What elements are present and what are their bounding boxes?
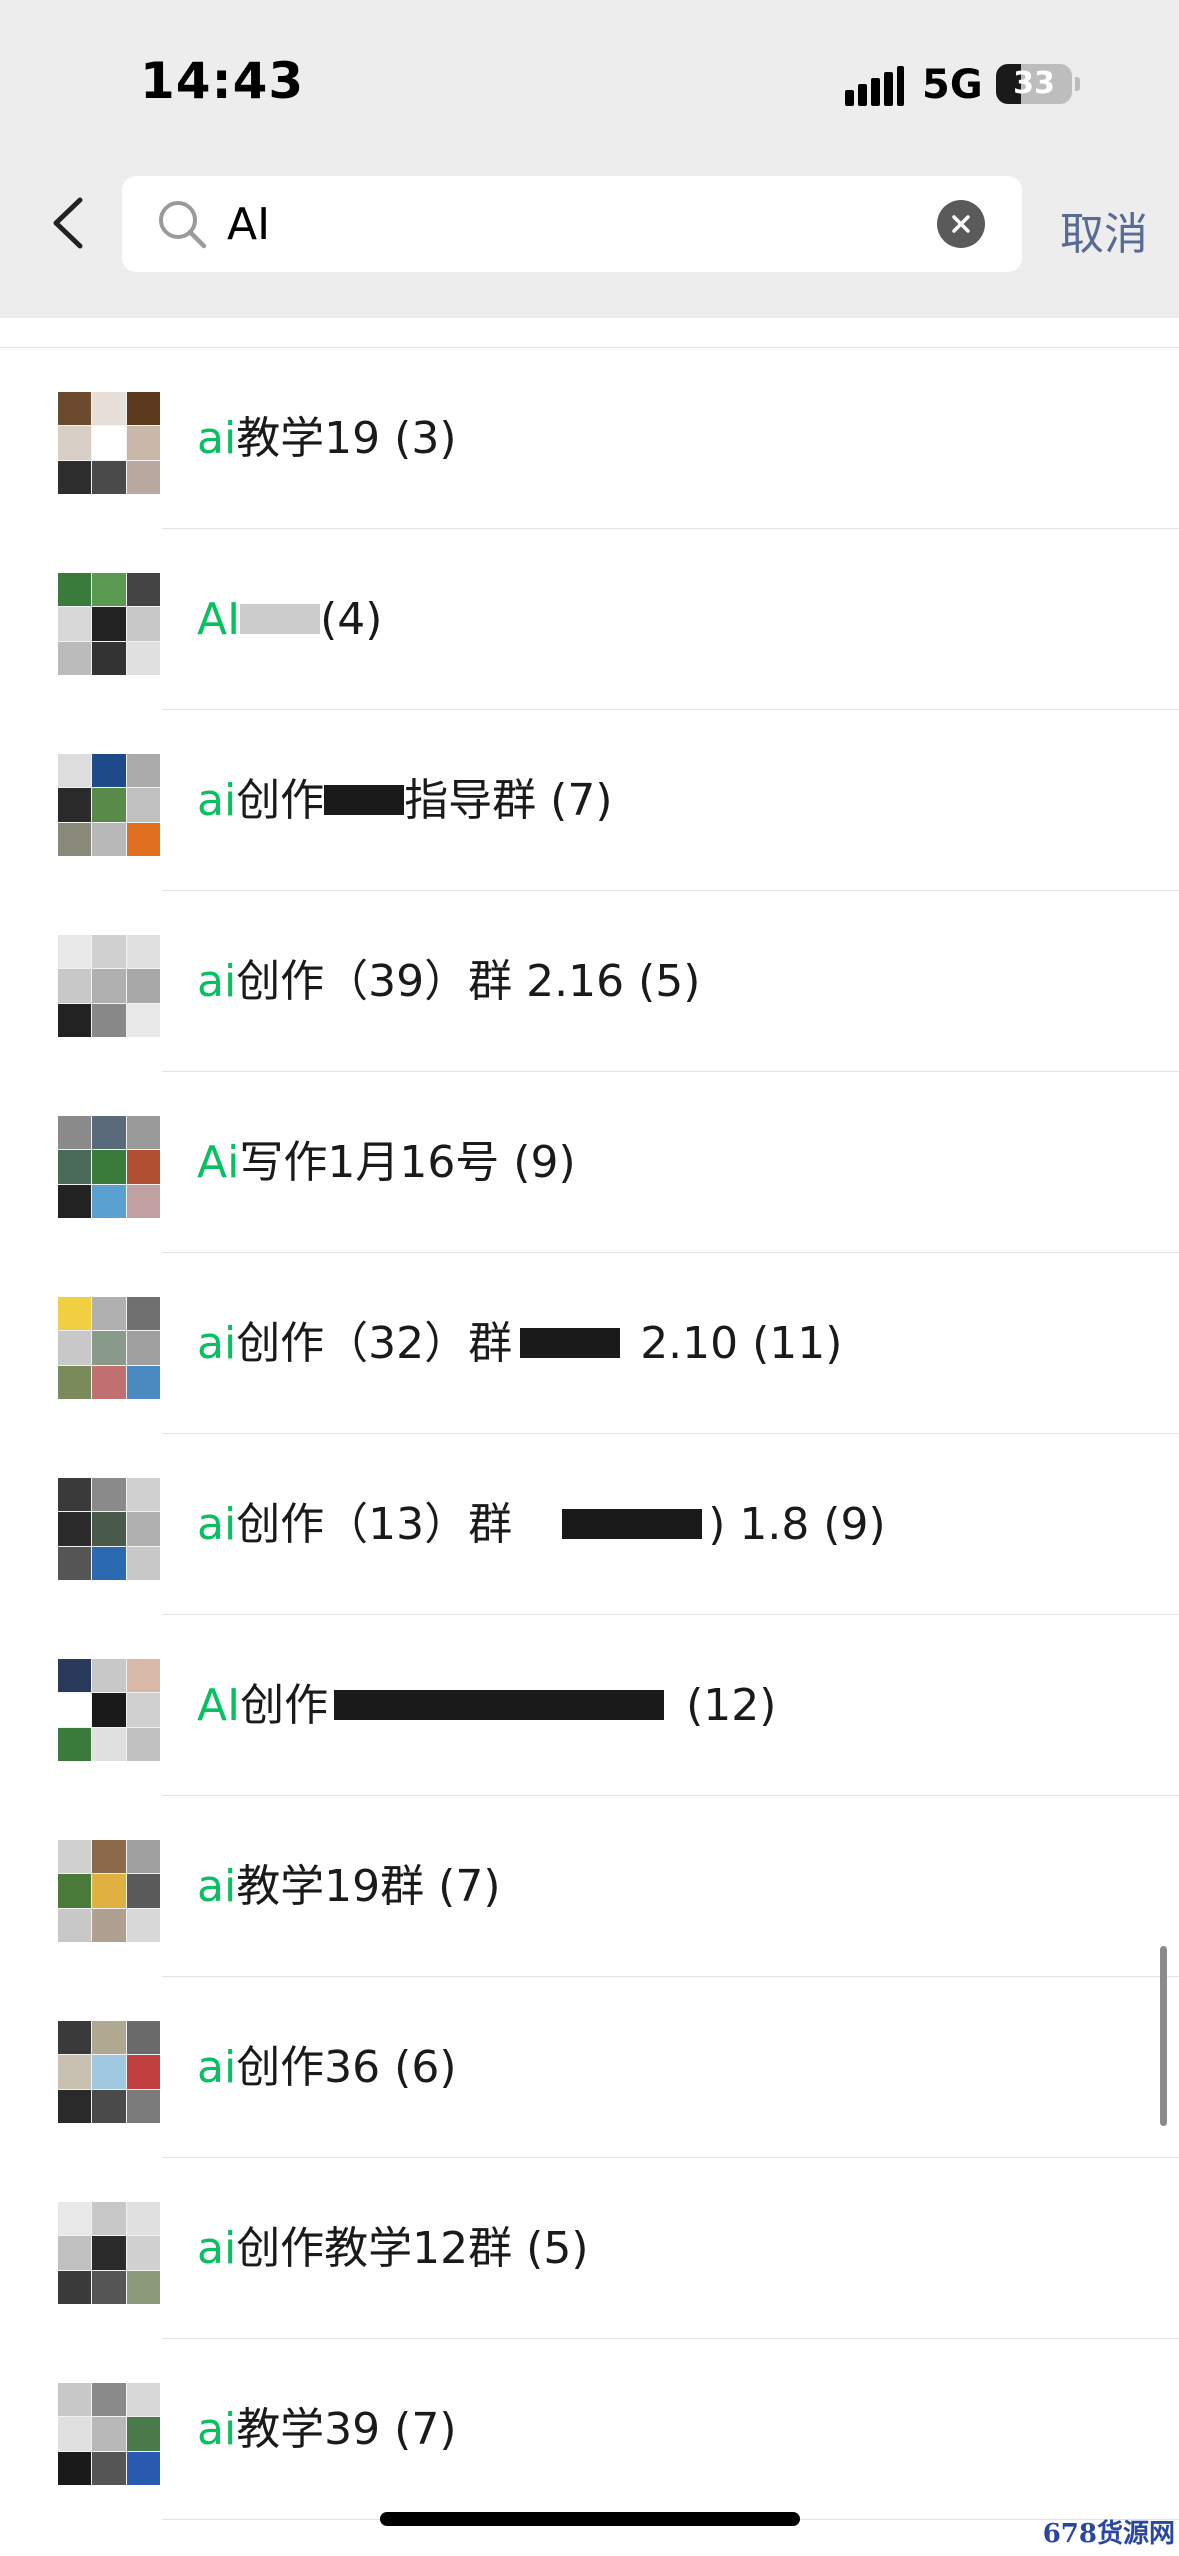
search-results-list: ai教学19 (3) AI (4) ai创作 指导群 (7) ai创作（39）群 2… (0, 318, 1179, 2520)
result-name: 教学39 (7) (236, 2404, 457, 2455)
result-name: 创作 (240, 1680, 329, 1731)
result-title: AI (4) (197, 529, 382, 710)
result-name: 创作（32）群 (236, 1318, 513, 1369)
keyword-highlight: ai (197, 775, 237, 826)
group-avatar (58, 935, 160, 1037)
result-title: ai教学19群 (7) (197, 1796, 501, 1977)
search-box[interactable] (122, 176, 1022, 272)
keyword-highlight: ai (197, 1861, 237, 1912)
result-name-suffix: 指导群 (7) (404, 775, 613, 826)
result-title: ai创作（39）群 2.16 (5) (197, 891, 700, 1072)
group-avatar (58, 2202, 160, 2304)
result-title: ai创作36 (6) (197, 1977, 457, 2158)
group-result-row[interactable]: ai创作（39）群 2.16 (5) (0, 891, 1179, 1072)
redacted-block (520, 1328, 621, 1358)
keyword-highlight: AI (197, 1680, 241, 1731)
group-avatar (58, 1478, 160, 1580)
keyword-highlight: ai (197, 413, 237, 464)
result-title: ai创作 指导群 (7) (197, 710, 613, 891)
group-result-row[interactable]: ai教学19群 (7) (0, 1796, 1179, 1977)
battery-icon: 33 (996, 64, 1080, 104)
group-result-row[interactable]: ai教学39 (7) (0, 2339, 1179, 2520)
result-title: ai创作教学12群 (5) (197, 2158, 589, 2339)
scrollbar[interactable] (1160, 1946, 1167, 2126)
group-avatar (58, 754, 160, 856)
keyword-highlight: ai (197, 1499, 237, 1550)
group-avatar (58, 2021, 160, 2123)
result-name-suffix: 2.10 (11) (640, 1318, 843, 1369)
group-result-row[interactable]: AI (4) (0, 529, 1179, 710)
search-input[interactable] (227, 176, 927, 272)
close-icon (952, 215, 970, 233)
group-result-row[interactable]: ai创作（32）群 2.10 (11) (0, 1253, 1179, 1434)
result-title: ai教学19 (3) (197, 348, 457, 529)
group-avatar (58, 392, 160, 494)
result-title: ai创作（13）群 ) 1.8 (9) (197, 1434, 886, 1615)
group-result-row[interactable]: ai教学19 (3) (0, 348, 1179, 529)
home-indicator[interactable] (380, 2512, 800, 2526)
group-result-row[interactable]: ai创作（13）群 ) 1.8 (9) (0, 1434, 1179, 1615)
group-result-row[interactable]: ai创作 指导群 (7) (0, 710, 1179, 891)
group-result-row[interactable]: ai创作36 (6) (0, 1977, 1179, 2158)
result-name: (4) (320, 594, 383, 645)
result-name-suffix: (12) (686, 1680, 777, 1731)
result-name: 写作1月16号 (9) (239, 1137, 576, 1188)
result-title: AI创作 (12) (197, 1615, 776, 1796)
keyword-highlight: ai (197, 1318, 237, 1369)
result-name: 创作 (236, 775, 325, 826)
result-title: ai教学39 (7) (197, 2339, 457, 2520)
redacted-block (240, 604, 321, 634)
list-item (0, 318, 1179, 348)
keyword-highlight: AI (197, 594, 241, 645)
result-name: 创作（13）群 (236, 1499, 513, 1550)
result-name: 教学19群 (7) (236, 1861, 501, 1912)
keyword-highlight: Ai (197, 1137, 240, 1188)
redacted-block (324, 785, 405, 815)
group-result-row[interactable]: Ai写作1月16号 (9) (0, 1072, 1179, 1253)
result-title: Ai写作1月16号 (9) (197, 1072, 576, 1253)
chevron-left-icon (53, 197, 83, 249)
top-header: 14:43 5G 33 取消 (0, 0, 1179, 318)
group-avatar (58, 573, 160, 675)
redacted-block (562, 1509, 703, 1539)
group-avatar (58, 1116, 160, 1218)
result-name-suffix: ) 1.8 (9) (708, 1499, 886, 1550)
keyword-highlight: ai (197, 956, 237, 1007)
status-time: 14:43 (140, 52, 305, 110)
result-name: 创作36 (6) (236, 2042, 457, 2093)
keyword-highlight: ai (197, 2223, 237, 2274)
cellular-signal-icon (845, 66, 905, 106)
cancel-button[interactable]: 取消 (1060, 198, 1148, 262)
keyword-highlight: ai (197, 2404, 237, 2455)
watermark-text: 678货源网 (1042, 2519, 1175, 2549)
result-title: ai创作（32）群 2.10 (11) (197, 1253, 842, 1434)
group-avatar (58, 1297, 160, 1399)
clear-search-button[interactable] (937, 200, 985, 248)
group-avatar (58, 1840, 160, 1942)
group-avatar (58, 2383, 160, 2485)
battery-percent: 33 (1013, 66, 1055, 101)
result-name: 教学19 (3) (236, 413, 457, 464)
result-name: 创作（39）群 2.16 (5) (236, 956, 701, 1007)
group-result-row[interactable]: ai创作教学12群 (5) (0, 2158, 1179, 2339)
redacted-block (334, 1690, 665, 1720)
back-button[interactable] (44, 188, 94, 258)
magnifier-icon (159, 201, 207, 249)
network-type: 5G (922, 62, 983, 108)
group-result-row[interactable]: AI创作 (12) (0, 1615, 1179, 1796)
group-avatar (58, 1659, 160, 1761)
result-name: 创作教学12群 (5) (236, 2223, 589, 2274)
keyword-highlight: ai (197, 2042, 237, 2093)
